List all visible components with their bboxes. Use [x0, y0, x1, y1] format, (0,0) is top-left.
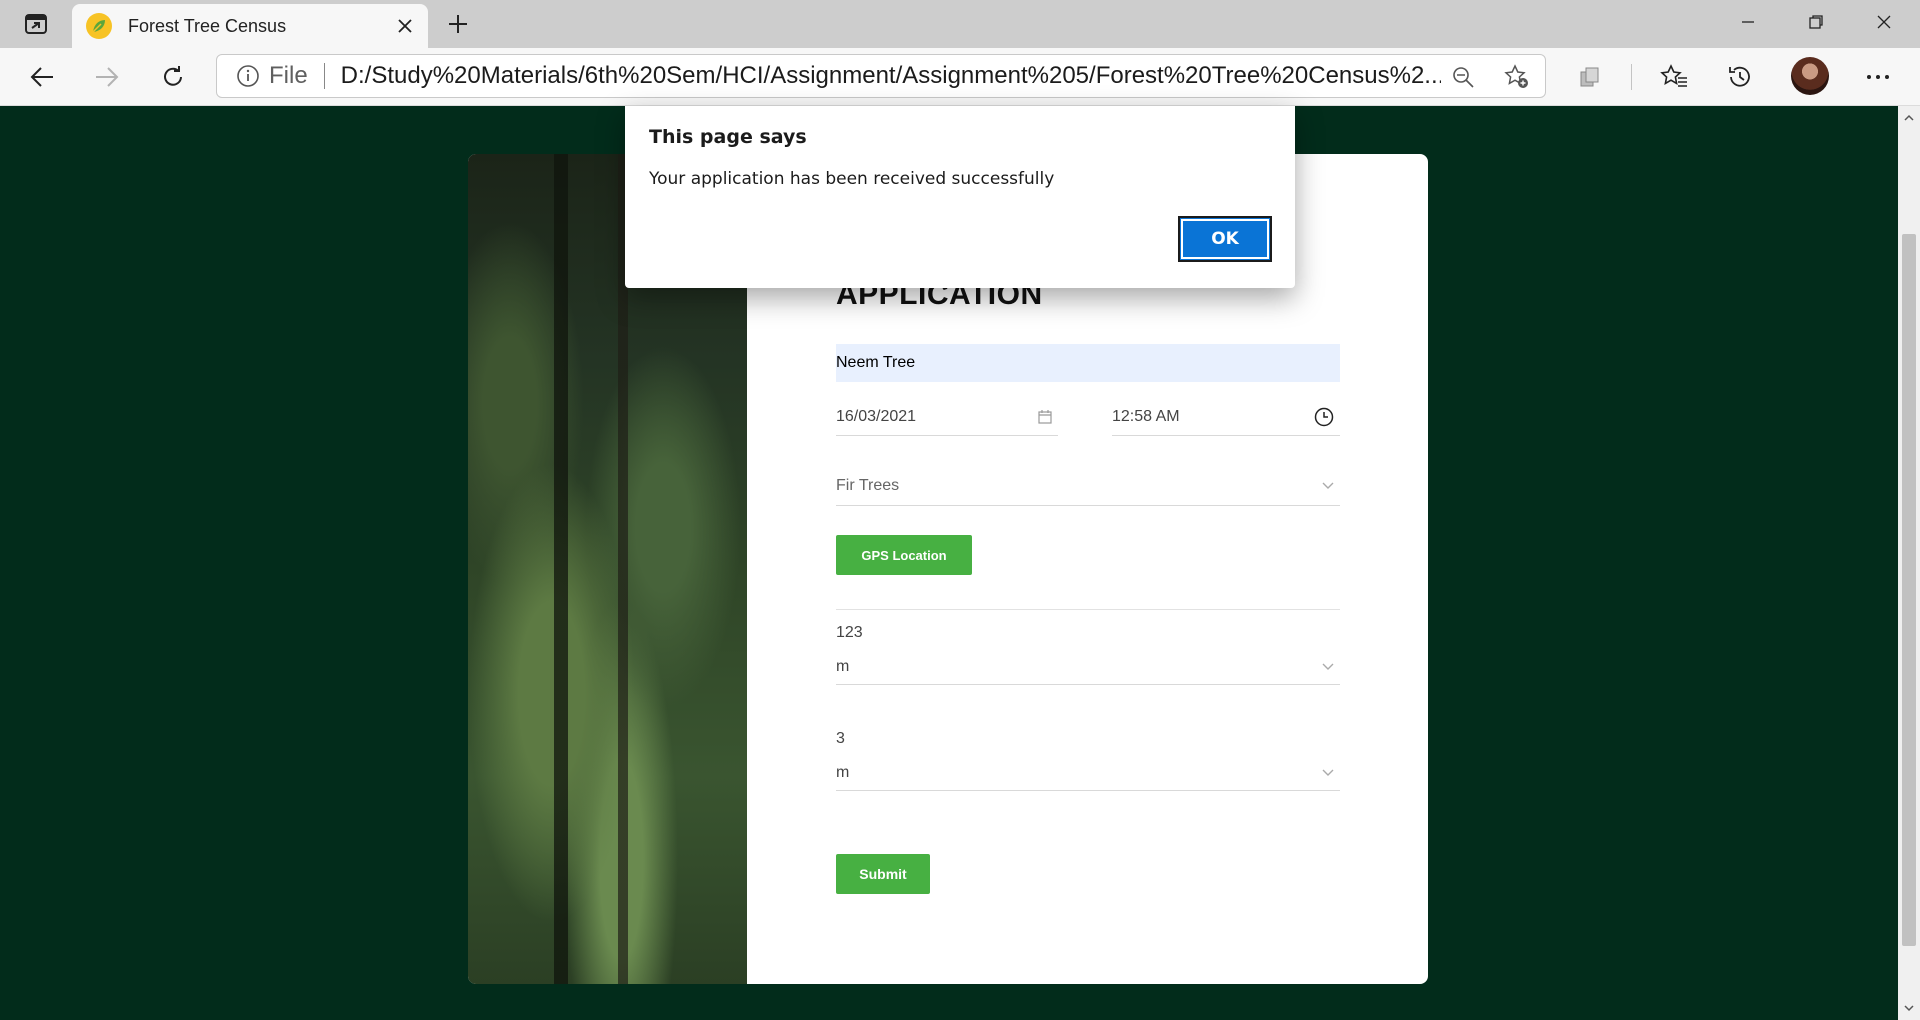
tab-title: Forest Tree Census	[128, 15, 287, 36]
submit-button[interactable]: Submit	[836, 854, 930, 894]
plus-icon[interactable]	[440, 8, 476, 40]
chevron-down-icon	[1322, 769, 1334, 777]
page-scrollbar[interactable]	[1898, 106, 1920, 1020]
more-icon[interactable]	[1858, 57, 1898, 97]
scroll-up-icon[interactable]	[1903, 112, 1915, 124]
window-close-icon[interactable]	[1850, 0, 1918, 44]
refresh-icon[interactable]	[153, 57, 193, 97]
time-value: 12:58 AM	[1112, 407, 1180, 425]
height-unit-value: m	[836, 657, 850, 675]
date-input[interactable]: 16/03/2021	[836, 398, 1058, 436]
species-select[interactable]: Fir Trees	[836, 466, 1340, 506]
gps-location-button[interactable]: GPS Location	[836, 535, 972, 575]
forward-arrow-icon[interactable]	[87, 57, 127, 97]
date-value: 16/03/2021	[836, 407, 917, 425]
add-favorite-icon[interactable]	[1503, 63, 1531, 91]
address-scheme: File	[269, 62, 308, 89]
zoom-out-icon[interactable]	[1449, 63, 1477, 91]
diameter-unit-select[interactable]: m	[836, 755, 1340, 791]
close-icon[interactable]	[390, 11, 420, 41]
browser-toolbar: File D:/Study%20Materials/6th%20Sem/HCI/…	[0, 48, 1920, 106]
height-value[interactable]: 123	[836, 624, 863, 642]
ok-button[interactable]: OK	[1178, 216, 1272, 262]
address-separator	[323, 63, 325, 89]
favorites-icon[interactable]	[1654, 57, 1694, 97]
scroll-down-icon[interactable]	[1903, 1002, 1915, 1014]
tree-name-input[interactable]: Neem Tree	[836, 344, 1340, 382]
time-input[interactable]: 12:58 AM	[1112, 398, 1340, 436]
species-value: Fir Trees	[836, 476, 900, 494]
diameter-unit-value: m	[836, 763, 850, 781]
url-text[interactable]: D:/Study%20Materials/6th%20Sem/HCI/Assig…	[341, 62, 1441, 90]
chevron-down-icon	[1322, 663, 1334, 671]
divider	[836, 609, 1340, 610]
collections-icon[interactable]	[1570, 57, 1610, 97]
browser-tab[interactable]: Forest Tree Census	[72, 4, 428, 48]
minimize-icon[interactable]	[1714, 0, 1782, 44]
dialog-message: Your application has been received succe…	[649, 169, 1055, 189]
scroll-thumb[interactable]	[1902, 234, 1916, 946]
calendar-icon[interactable]	[1038, 409, 1052, 424]
diameter-value[interactable]: 3	[836, 730, 845, 748]
clock-icon[interactable]	[1314, 407, 1334, 427]
back-arrow-icon[interactable]	[22, 57, 62, 97]
history-icon[interactable]	[1720, 57, 1760, 97]
toolbar-divider	[1631, 64, 1632, 90]
profile-avatar[interactable]	[1791, 57, 1829, 95]
chevron-down-icon	[1322, 482, 1334, 490]
info-icon[interactable]	[235, 63, 261, 89]
address-bar[interactable]: File D:/Study%20Materials/6th%20Sem/HCI/…	[216, 54, 1546, 98]
leaf-icon	[86, 13, 112, 39]
alert-dialog: This page says Your application has been…	[625, 106, 1295, 288]
restore-icon[interactable]	[1782, 0, 1850, 44]
tab-actions-icon[interactable]	[16, 10, 56, 38]
dialog-title: This page says	[649, 126, 807, 148]
tab-bar: Forest Tree Census	[0, 0, 1920, 48]
height-unit-select[interactable]: m	[836, 649, 1340, 685]
